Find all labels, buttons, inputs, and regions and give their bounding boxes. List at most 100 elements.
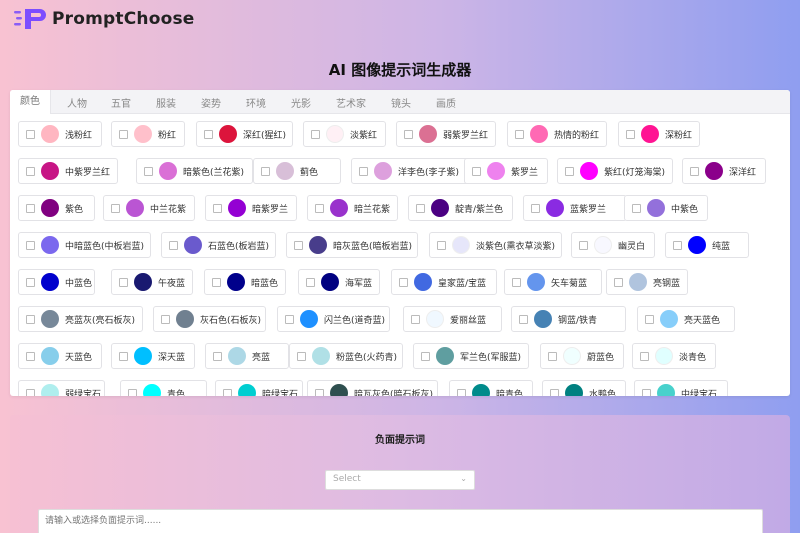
checkbox[interactable] bbox=[111, 203, 120, 213]
color-chip[interactable]: 亮钢蓝 bbox=[606, 269, 688, 295]
color-chip[interactable]: 矢车菊蓝 bbox=[504, 269, 602, 295]
checkbox[interactable] bbox=[144, 166, 153, 176]
checkbox[interactable] bbox=[204, 129, 213, 139]
color-chip[interactable]: 热情的粉红 bbox=[507, 121, 607, 147]
checkbox[interactable] bbox=[119, 277, 128, 287]
checkbox[interactable] bbox=[673, 240, 682, 250]
color-chip[interactable]: 中绿宝石 bbox=[634, 380, 728, 396]
checkbox[interactable] bbox=[531, 203, 540, 213]
checkbox[interactable] bbox=[261, 166, 270, 176]
checkbox[interactable] bbox=[421, 351, 430, 361]
checkbox[interactable] bbox=[285, 314, 294, 324]
color-chip[interactable]: 蓟色 bbox=[253, 158, 341, 184]
checkbox[interactable] bbox=[297, 351, 306, 361]
tab-lighting[interactable]: 光影 bbox=[291, 95, 311, 110]
color-chip[interactable]: 弱绿宝石 bbox=[18, 380, 105, 396]
color-chip[interactable]: 天蓝色 bbox=[18, 343, 102, 369]
checkbox[interactable] bbox=[550, 388, 559, 396]
color-chip[interactable]: 石蓝色(板岩蓝) bbox=[161, 232, 276, 258]
checkbox[interactable] bbox=[472, 166, 481, 176]
color-chip[interactable]: 钢蓝/铁青 bbox=[511, 306, 626, 332]
color-chip[interactable]: 亮蓝 bbox=[205, 343, 289, 369]
color-chip[interactable]: 蓝紫罗兰 bbox=[523, 195, 627, 221]
checkbox[interactable] bbox=[315, 203, 324, 213]
color-chip[interactable]: 紫罗兰 bbox=[464, 158, 548, 184]
checkbox[interactable] bbox=[306, 277, 315, 287]
checkbox[interactable] bbox=[411, 314, 420, 324]
checkbox[interactable] bbox=[26, 240, 35, 250]
color-chip[interactable]: 亮天蓝色 bbox=[637, 306, 735, 332]
color-chip[interactable]: 纯蓝 bbox=[665, 232, 749, 258]
color-chip[interactable]: 紫色 bbox=[18, 195, 95, 221]
checkbox[interactable] bbox=[223, 388, 232, 396]
checkbox[interactable] bbox=[626, 129, 635, 139]
tab-pose[interactable]: 姿势 bbox=[201, 95, 221, 110]
tab-quality[interactable]: 画质 bbox=[436, 95, 456, 110]
checkbox[interactable] bbox=[614, 277, 623, 287]
color-chip[interactable]: 蔚蓝色 bbox=[540, 343, 624, 369]
color-chip[interactable]: 中紫色 bbox=[624, 195, 708, 221]
brand-name[interactable]: PromptChoose bbox=[52, 9, 195, 29]
tab-facial-features[interactable]: 五官 bbox=[111, 95, 131, 110]
logo-icon[interactable] bbox=[14, 7, 46, 31]
checkbox[interactable] bbox=[632, 203, 641, 213]
checkbox[interactable] bbox=[315, 388, 324, 396]
tab-lens[interactable]: 镜头 bbox=[391, 95, 411, 110]
color-chip[interactable]: 弱紫罗兰红 bbox=[396, 121, 496, 147]
checkbox[interactable] bbox=[26, 277, 35, 287]
checkbox[interactable] bbox=[311, 129, 320, 139]
color-chip[interactable]: 水鸭色 bbox=[542, 380, 626, 396]
color-chip[interactable]: 中暗蓝色(中板岩蓝) bbox=[18, 232, 151, 258]
checkbox[interactable] bbox=[579, 240, 588, 250]
color-chip[interactable]: 灰石色(石板灰) bbox=[153, 306, 266, 332]
checkbox[interactable] bbox=[213, 351, 222, 361]
color-chip[interactable]: 军兰色(军服蓝) bbox=[413, 343, 529, 369]
color-chip[interactable]: 闪兰色(道奇蓝) bbox=[277, 306, 390, 332]
color-chip[interactable]: 暗瓦灰色(暗石板灰) bbox=[307, 380, 438, 396]
color-chip[interactable]: 暗兰花紫 bbox=[307, 195, 398, 221]
color-chip[interactable]: 青色 bbox=[120, 380, 207, 396]
checkbox[interactable] bbox=[645, 314, 654, 324]
color-chip[interactable]: 暗紫罗兰 bbox=[205, 195, 297, 221]
checkbox[interactable] bbox=[515, 129, 524, 139]
checkbox[interactable] bbox=[119, 129, 128, 139]
color-chip[interactable]: 淡紫色(熏衣草淡紫) bbox=[429, 232, 562, 258]
tab-character[interactable]: 人物 bbox=[67, 95, 87, 110]
color-chip[interactable]: 中紫罗兰红 bbox=[18, 158, 118, 184]
checkbox[interactable] bbox=[26, 314, 35, 324]
checkbox[interactable] bbox=[359, 166, 368, 176]
checkbox[interactable] bbox=[119, 351, 128, 361]
color-chip[interactable]: 粉蓝色(火药青) bbox=[289, 343, 403, 369]
color-chip[interactable]: 淡紫红 bbox=[303, 121, 386, 147]
checkbox[interactable] bbox=[642, 388, 651, 396]
checkbox[interactable] bbox=[212, 277, 221, 287]
color-chip[interactable]: 爱丽丝蓝 bbox=[403, 306, 502, 332]
color-chip[interactable]: 深粉红 bbox=[618, 121, 700, 147]
color-chip[interactable]: 皇家蓝/宝蓝 bbox=[391, 269, 497, 295]
color-chip[interactable]: 深红(猩红) bbox=[196, 121, 293, 147]
negative-prompt-input[interactable] bbox=[38, 509, 763, 533]
checkbox[interactable] bbox=[512, 277, 521, 287]
checkbox[interactable] bbox=[399, 277, 408, 287]
tab-clothing[interactable]: 服装 bbox=[156, 95, 176, 110]
checkbox[interactable] bbox=[128, 388, 137, 396]
color-chip[interactable]: 深洋红 bbox=[682, 158, 766, 184]
color-chip[interactable]: 中蓝色 bbox=[18, 269, 95, 295]
color-chip[interactable]: 浅粉红 bbox=[18, 121, 102, 147]
checkbox[interactable] bbox=[416, 203, 425, 213]
color-chip[interactable]: 暗灰蓝色(暗板岩蓝) bbox=[286, 232, 418, 258]
checkbox[interactable] bbox=[548, 351, 557, 361]
checkbox[interactable] bbox=[161, 314, 170, 324]
checkbox[interactable] bbox=[26, 203, 35, 213]
tab-color[interactable]: 颜色 bbox=[10, 90, 51, 114]
color-chip[interactable]: 暗蓝色 bbox=[204, 269, 286, 295]
color-chip[interactable]: 暗绿宝石 bbox=[215, 380, 303, 396]
checkbox[interactable] bbox=[519, 314, 528, 324]
color-chip[interactable]: 紫红(灯笼海棠) bbox=[557, 158, 673, 184]
negative-prompt-select[interactable]: Select ⌄ bbox=[325, 470, 475, 490]
color-chip[interactable]: 中兰花紫 bbox=[103, 195, 195, 221]
color-chip[interactable]: 海军蓝 bbox=[298, 269, 380, 295]
checkbox[interactable] bbox=[565, 166, 574, 176]
checkbox[interactable] bbox=[640, 351, 649, 361]
checkbox[interactable] bbox=[437, 240, 446, 250]
